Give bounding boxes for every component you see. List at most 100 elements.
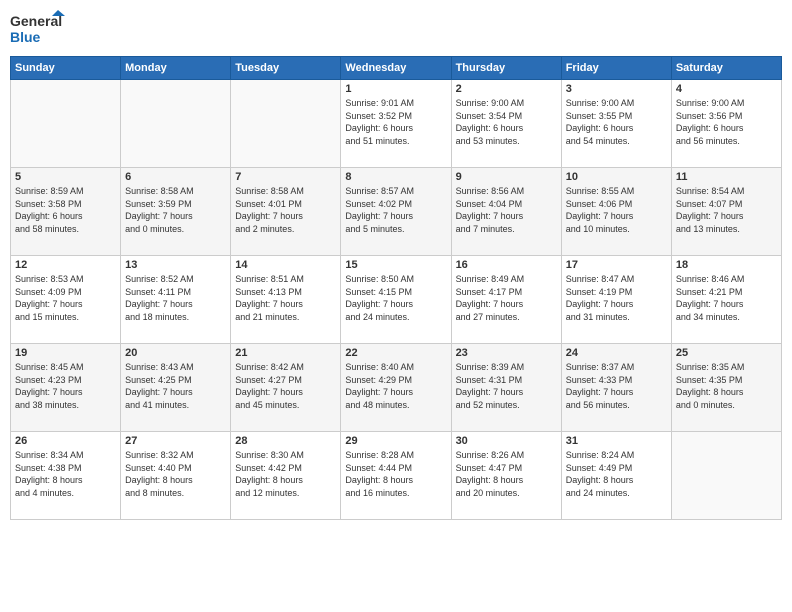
day-number: 8 bbox=[345, 171, 446, 183]
day-number: 23 bbox=[456, 347, 557, 359]
day-info: Sunrise: 8:35 AM Sunset: 4:35 PM Dayligh… bbox=[676, 361, 777, 411]
weekday-header-wednesday: Wednesday bbox=[341, 57, 451, 80]
day-number: 22 bbox=[345, 347, 446, 359]
day-number: 12 bbox=[15, 259, 116, 271]
day-info: Sunrise: 8:49 AM Sunset: 4:17 PM Dayligh… bbox=[456, 273, 557, 323]
calendar-cell: 23 Sunrise: 8:39 AM Sunset: 4:31 PM Dayli… bbox=[451, 344, 561, 432]
calendar-cell: 4 Sunrise: 9:00 AM Sunset: 3:56 PM Daylig… bbox=[671, 80, 781, 168]
day-info: Sunrise: 8:50 AM Sunset: 4:15 PM Dayligh… bbox=[345, 273, 446, 323]
calendar-cell bbox=[231, 80, 341, 168]
day-number: 27 bbox=[125, 435, 226, 447]
day-number: 31 bbox=[566, 435, 667, 447]
calendar-cell: 8Sunrise: 8:57 AM Sunset: 4:02 PM Daylig… bbox=[341, 168, 451, 256]
day-info: Sunrise: 8:39 AM Sunset: 4:31 PM Dayligh… bbox=[456, 361, 557, 411]
day-number: 4 bbox=[676, 83, 777, 95]
day-number: 17 bbox=[566, 259, 667, 271]
day-info: Sunrise: 8:30 AM Sunset: 4:42 PM Dayligh… bbox=[235, 449, 336, 499]
calendar-cell: 14 Sunrise: 8:51 AM Sunset: 4:13 PM Dayli… bbox=[231, 256, 341, 344]
day-info: Sunrise: 8:58 AM Sunset: 4:01 PM Dayligh… bbox=[235, 185, 336, 235]
calendar-cell: 19Sunrise: 8:45 AM Sunset: 4:23 PM Dayli… bbox=[11, 344, 121, 432]
calendar-cell: 29Sunrise: 8:28 AM Sunset: 4:44 PM Dayli… bbox=[341, 432, 451, 520]
day-number: 14 bbox=[235, 259, 336, 271]
day-info: Sunrise: 8:53 AM Sunset: 4:09 PM Dayligh… bbox=[15, 273, 116, 323]
day-number: 29 bbox=[345, 435, 446, 447]
calendar-week-2: 5 Sunrise: 8:59 AM Sunset: 3:58 PM Daylig… bbox=[11, 168, 782, 256]
calendar-cell: 18 Sunrise: 8:46 AM Sunset: 4:21 PM Dayli… bbox=[671, 256, 781, 344]
day-number: 10 bbox=[566, 171, 667, 183]
day-info: Sunrise: 8:43 AM Sunset: 4:25 PM Dayligh… bbox=[125, 361, 226, 411]
day-number: 16 bbox=[456, 259, 557, 271]
logo-icon: GeneralBlue bbox=[10, 10, 70, 50]
calendar-cell: 27 Sunrise: 8:32 AM Sunset: 4:40 PM Dayli… bbox=[121, 432, 231, 520]
day-info: Sunrise: 8:51 AM Sunset: 4:13 PM Dayligh… bbox=[235, 273, 336, 323]
calendar-cell bbox=[11, 80, 121, 168]
day-number: 19 bbox=[15, 347, 116, 359]
calendar-cell bbox=[121, 80, 231, 168]
weekday-header-friday: Friday bbox=[561, 57, 671, 80]
logo: GeneralBlue bbox=[10, 10, 70, 50]
calendar-cell: 28 Sunrise: 8:30 AM Sunset: 4:42 PM Dayli… bbox=[231, 432, 341, 520]
day-info: Sunrise: 8:55 AM Sunset: 4:06 PM Dayligh… bbox=[566, 185, 667, 235]
calendar-cell: 10 Sunrise: 8:55 AM Sunset: 4:06 PM Dayli… bbox=[561, 168, 671, 256]
weekday-header-monday: Monday bbox=[121, 57, 231, 80]
calendar-cell: 15 Sunrise: 8:50 AM Sunset: 4:15 PM Dayli… bbox=[341, 256, 451, 344]
day-number: 1 bbox=[345, 83, 446, 95]
day-number: 6 bbox=[125, 171, 226, 183]
day-number: 20 bbox=[125, 347, 226, 359]
day-info: Sunrise: 8:59 AM Sunset: 3:58 PM Dayligh… bbox=[15, 185, 116, 235]
day-number: 25 bbox=[676, 347, 777, 359]
calendar-cell: 5 Sunrise: 8:59 AM Sunset: 3:58 PM Daylig… bbox=[11, 168, 121, 256]
day-number: 11 bbox=[676, 171, 777, 183]
day-info: Sunrise: 8:47 AM Sunset: 4:19 PM Dayligh… bbox=[566, 273, 667, 323]
calendar-cell: 2Sunrise: 9:00 AM Sunset: 3:54 PM Daylig… bbox=[451, 80, 561, 168]
day-number: 18 bbox=[676, 259, 777, 271]
day-number: 13 bbox=[125, 259, 226, 271]
calendar-cell: 6Sunrise: 8:58 AM Sunset: 3:59 PM Daylig… bbox=[121, 168, 231, 256]
day-info: Sunrise: 9:00 AM Sunset: 3:56 PM Dayligh… bbox=[676, 97, 777, 147]
calendar-week-3: 12 Sunrise: 8:53 AM Sunset: 4:09 PM Dayli… bbox=[11, 256, 782, 344]
day-info: Sunrise: 8:32 AM Sunset: 4:40 PM Dayligh… bbox=[125, 449, 226, 499]
calendar-cell: 17 Sunrise: 8:47 AM Sunset: 4:19 PM Dayli… bbox=[561, 256, 671, 344]
calendar-cell: 13Sunrise: 8:52 AM Sunset: 4:11 PM Dayli… bbox=[121, 256, 231, 344]
header: GeneralBlue bbox=[10, 10, 782, 50]
weekday-header-saturday: Saturday bbox=[671, 57, 781, 80]
calendar-cell: 31Sunrise: 8:24 AM Sunset: 4:49 PM Dayli… bbox=[561, 432, 671, 520]
calendar-cell bbox=[671, 432, 781, 520]
day-number: 3 bbox=[566, 83, 667, 95]
calendar-cell: 16 Sunrise: 8:49 AM Sunset: 4:17 PM Dayli… bbox=[451, 256, 561, 344]
day-info: Sunrise: 9:00 AM Sunset: 3:55 PM Dayligh… bbox=[566, 97, 667, 147]
calendar-cell: 12 Sunrise: 8:53 AM Sunset: 4:09 PM Dayli… bbox=[11, 256, 121, 344]
day-number: 5 bbox=[15, 171, 116, 183]
calendar-cell: 20 Sunrise: 8:43 AM Sunset: 4:25 PM Dayli… bbox=[121, 344, 231, 432]
day-info: Sunrise: 8:26 AM Sunset: 4:47 PM Dayligh… bbox=[456, 449, 557, 499]
calendar-cell: 30 Sunrise: 8:26 AM Sunset: 4:47 PM Dayli… bbox=[451, 432, 561, 520]
day-info: Sunrise: 8:56 AM Sunset: 4:04 PM Dayligh… bbox=[456, 185, 557, 235]
calendar-cell: 22 Sunrise: 8:40 AM Sunset: 4:29 PM Dayli… bbox=[341, 344, 451, 432]
calendar-cell: 1 Sunrise: 9:01 AM Sunset: 3:52 PM Daylig… bbox=[341, 80, 451, 168]
day-number: 28 bbox=[235, 435, 336, 447]
day-number: 15 bbox=[345, 259, 446, 271]
day-number: 26 bbox=[15, 435, 116, 447]
day-info: Sunrise: 8:46 AM Sunset: 4:21 PM Dayligh… bbox=[676, 273, 777, 323]
calendar-cell: 11Sunrise: 8:54 AM Sunset: 4:07 PM Dayli… bbox=[671, 168, 781, 256]
day-number: 30 bbox=[456, 435, 557, 447]
calendar-week-5: 26 Sunrise: 8:34 AM Sunset: 4:38 PM Dayli… bbox=[11, 432, 782, 520]
svg-text:Blue: Blue bbox=[10, 29, 41, 45]
calendar-cell: 21Sunrise: 8:42 AM Sunset: 4:27 PM Dayli… bbox=[231, 344, 341, 432]
day-info: Sunrise: 8:40 AM Sunset: 4:29 PM Dayligh… bbox=[345, 361, 446, 411]
day-info: Sunrise: 8:34 AM Sunset: 4:38 PM Dayligh… bbox=[15, 449, 116, 499]
calendar-cell: 25 Sunrise: 8:35 AM Sunset: 4:35 PM Dayli… bbox=[671, 344, 781, 432]
calendar-table: SundayMondayTuesdayWednesdayThursdayFrid… bbox=[10, 56, 782, 520]
calendar-cell: 24Sunrise: 8:37 AM Sunset: 4:33 PM Dayli… bbox=[561, 344, 671, 432]
day-number: 7 bbox=[235, 171, 336, 183]
calendar-week-1: 1 Sunrise: 9:01 AM Sunset: 3:52 PM Daylig… bbox=[11, 80, 782, 168]
day-number: 21 bbox=[235, 347, 336, 359]
weekday-header-tuesday: Tuesday bbox=[231, 57, 341, 80]
day-number: 24 bbox=[566, 347, 667, 359]
calendar-cell: 7 Sunrise: 8:58 AM Sunset: 4:01 PM Daylig… bbox=[231, 168, 341, 256]
page: GeneralBlue SundayMondayTuesdayWednesday… bbox=[0, 0, 792, 612]
day-number: 9 bbox=[456, 171, 557, 183]
day-info: Sunrise: 9:00 AM Sunset: 3:54 PM Dayligh… bbox=[456, 97, 557, 147]
weekday-header-sunday: Sunday bbox=[11, 57, 121, 80]
day-info: Sunrise: 9:01 AM Sunset: 3:52 PM Dayligh… bbox=[345, 97, 446, 147]
